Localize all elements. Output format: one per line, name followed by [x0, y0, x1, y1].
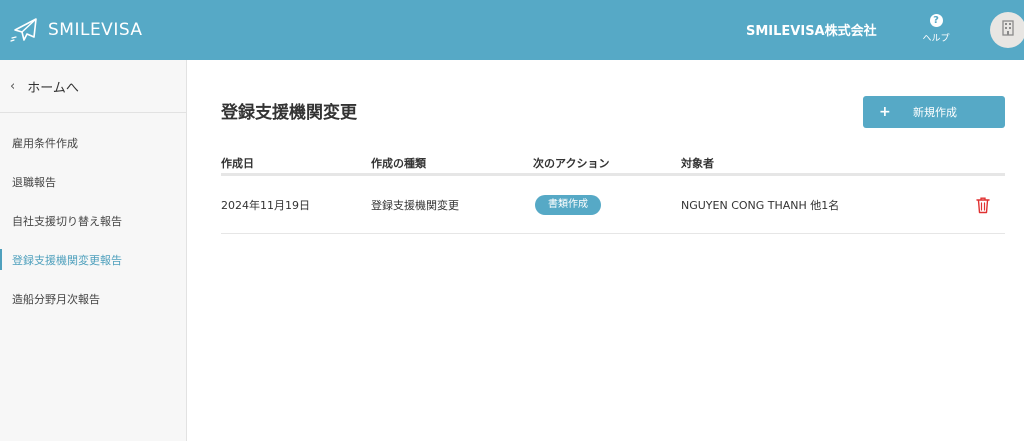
- company-name: SMILEVISA株式会社: [746, 24, 877, 39]
- plus-icon: +: [879, 104, 891, 120]
- help-circle-icon: ?: [929, 14, 943, 27]
- help-button[interactable]: ? ヘルプ: [916, 12, 956, 44]
- cell-type: 登録支援機関変更: [371, 198, 459, 212]
- cell-date: 2024年11月19日: [221, 198, 310, 212]
- cell-next-action: 書類作成: [533, 194, 681, 215]
- table-row[interactable]: 2024年11月19日 登録支援機関変更 書類作成 NGUYEN CONG TH…: [221, 176, 1005, 234]
- brand-name: SMILEVISA: [48, 20, 143, 40]
- trash-icon[interactable]: [975, 196, 991, 214]
- sidebar: ‹ ホームへ 雇用条件作成 退職報告 自社支援切り替え報告 登録支援機関変更報告…: [0, 60, 187, 441]
- sidebar-menu: 雇用条件作成 退職報告 自社支援切り替え報告 登録支援機関変更報告 造船分野月次…: [0, 113, 186, 318]
- sidebar-item-employment-conditions[interactable]: 雇用条件作成: [0, 123, 186, 162]
- sidebar-item-label: 雇用条件作成: [12, 136, 78, 150]
- create-document-button[interactable]: 書類作成: [535, 194, 601, 215]
- column-header-target: 対象者: [681, 156, 714, 170]
- new-create-button[interactable]: + 新規作成: [863, 96, 1005, 128]
- sidebar-item-self-support-switch[interactable]: 自社支援切り替え報告: [0, 201, 186, 240]
- table-header: 作成日 作成の種類 次のアクション 対象者: [221, 152, 1005, 176]
- sidebar-item-label: 自社支援切り替え報告: [12, 214, 122, 228]
- paper-plane-icon: [10, 16, 40, 44]
- chevron-left-icon: ‹: [10, 78, 16, 94]
- main-content: 登録支援機関変更 + 新規作成 作成日 作成の種類 次のアクション 対象者 20…: [188, 60, 1024, 441]
- avatar[interactable]: [990, 12, 1024, 48]
- column-header-next-action: 次のアクション: [533, 156, 610, 170]
- home-label: ホームへ: [27, 80, 79, 96]
- page-title: 登録支援機関変更: [221, 103, 357, 123]
- sidebar-item-shipbuilding-monthly[interactable]: 造船分野月次報告: [0, 279, 186, 318]
- cell-delete: [961, 196, 1005, 214]
- app-header: SMILEVISA SMILEVISA株式会社 ? ヘルプ: [0, 0, 1024, 60]
- help-label: ヘルプ: [922, 34, 950, 44]
- home-link[interactable]: ‹ ホームへ: [0, 60, 186, 113]
- cell-target: NGUYEN CONG THANH 他1名: [681, 198, 840, 212]
- sidebar-item-support-org-change[interactable]: 登録支援機関変更報告: [0, 240, 186, 279]
- new-create-label: 新規作成: [913, 106, 957, 119]
- sidebar-item-resignation-report[interactable]: 退職報告: [0, 162, 186, 201]
- brand-logo[interactable]: SMILEVISA: [10, 14, 143, 46]
- records-table: 作成日 作成の種類 次のアクション 対象者 2024年11月19日 登録支援機関…: [221, 152, 1005, 234]
- column-header-date: 作成日: [221, 156, 254, 170]
- sidebar-item-label: 退職報告: [12, 175, 56, 189]
- sidebar-item-label: 造船分野月次報告: [12, 292, 100, 306]
- building-icon: [1001, 20, 1015, 40]
- column-header-type: 作成の種類: [371, 156, 426, 170]
- sidebar-item-label: 登録支援機関変更報告: [12, 253, 122, 267]
